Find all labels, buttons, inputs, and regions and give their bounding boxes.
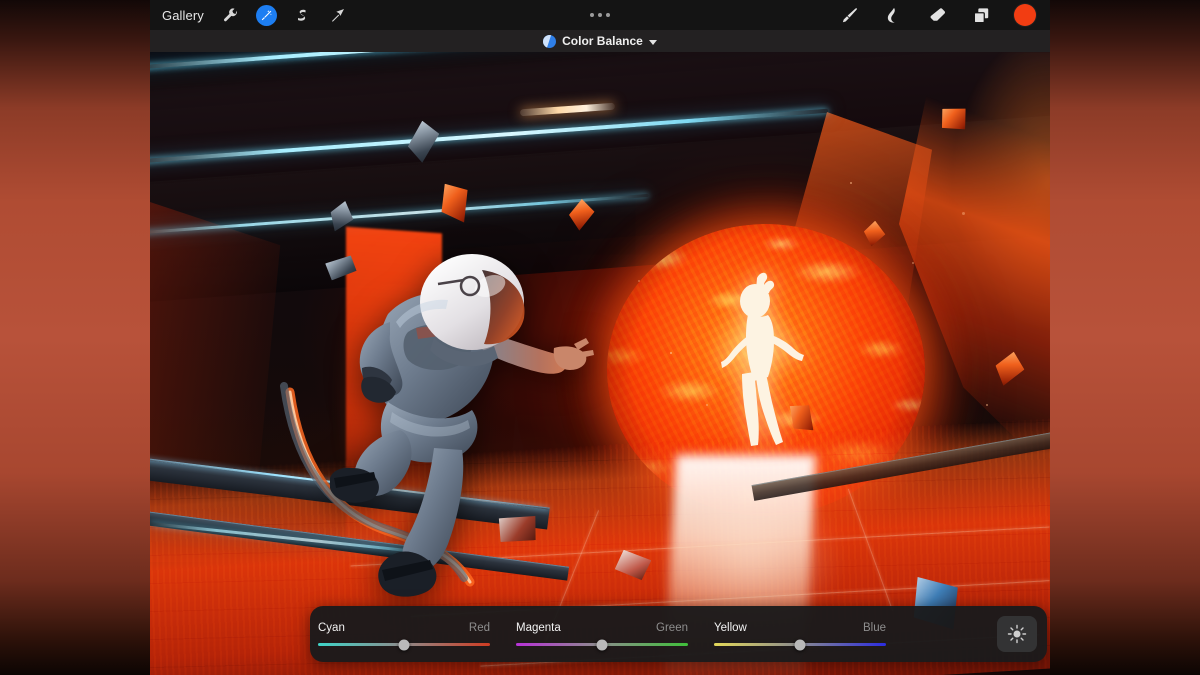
chevron-down-icon[interactable] (648, 39, 657, 45)
actions-wrench-tool[interactable] (220, 4, 242, 26)
transform-tool[interactable] (327, 4, 349, 26)
eraser-icon (930, 7, 945, 21)
eraser-tool[interactable] (926, 4, 948, 26)
dust-mote (850, 182, 852, 184)
wrench-icon (224, 7, 238, 21)
dust-mote (986, 404, 988, 406)
arrow-transform-icon (331, 9, 344, 22)
slider-yellow-blue: Yellow Blue (714, 622, 886, 650)
paintbrush-icon (842, 7, 857, 22)
smudge-finger-icon (887, 7, 896, 23)
top-toolbar: Gallery (150, 0, 1050, 30)
slider-magenta-green: Magenta Green (516, 622, 688, 650)
preserve-luminosity-button[interactable] (997, 616, 1037, 652)
astronaut-figure (330, 252, 600, 632)
slider-cyan-red-right-label: Red (468, 622, 490, 634)
color-balance-slider-panel: Cyan Red Magenta Green Yellow Blue (310, 606, 1047, 662)
floating-white-figure (710, 270, 820, 470)
magic-wand-icon (261, 9, 272, 20)
layers-icon (973, 7, 988, 23)
dot-2 (598, 13, 602, 17)
slider-yellow-blue-track[interactable] (714, 639, 886, 650)
slider-magenta-green-left-label: Magenta (516, 622, 561, 634)
slider-cyan-red-track[interactable] (318, 639, 490, 650)
slider-cyan-red-knob[interactable] (398, 639, 410, 650)
color-swatch[interactable] (1014, 4, 1036, 26)
adjustment-title-bar: Color Balance (150, 30, 1050, 52)
layers-panel[interactable] (970, 4, 992, 26)
slider-yellow-blue-right-label: Blue (862, 622, 886, 634)
slider-cyan-red-labels: Cyan Red (318, 622, 490, 634)
dust-mote (670, 352, 672, 354)
slider-magenta-green-track[interactable] (516, 639, 688, 650)
gallery-button[interactable]: Gallery (160, 6, 206, 25)
dot-1 (590, 13, 594, 17)
toolbar-left-group: Gallery (150, 4, 349, 26)
slider-yellow-blue-left-label: Yellow (714, 622, 747, 634)
procreate-app-window: Gallery Color Balance Cyan Red Magenta G… (150, 0, 1050, 675)
slider-magenta-green-right-label: Green (656, 622, 688, 634)
brush-tool[interactable] (838, 4, 860, 26)
dust-mote (638, 280, 640, 282)
selection-tool[interactable] (291, 4, 313, 26)
dust-mote (912, 262, 914, 264)
slider-yellow-blue-knob[interactable] (794, 639, 806, 650)
slider-magenta-green-knob[interactable] (596, 639, 608, 650)
s-selection-icon (297, 9, 306, 21)
color-balance-icon (543, 34, 557, 48)
artwork-canvas[interactable] (150, 52, 1050, 675)
brightness-sun-icon (1007, 624, 1027, 644)
adjustments-tool[interactable] (255, 4, 277, 26)
dust-mote (962, 212, 965, 215)
page-title: Color Balance (562, 34, 643, 48)
dot-3 (606, 13, 610, 17)
toolbar-right-group (838, 4, 1050, 26)
dust-mote (706, 404, 708, 406)
slider-yellow-blue-labels: Yellow Blue (714, 622, 886, 634)
slider-cyan-red: Cyan Red (318, 622, 490, 650)
more-options-dots[interactable] (590, 13, 610, 17)
slider-magenta-green-labels: Magenta Green (516, 622, 688, 634)
smudge-tool[interactable] (882, 4, 904, 26)
slider-cyan-red-left-label: Cyan (318, 622, 345, 634)
